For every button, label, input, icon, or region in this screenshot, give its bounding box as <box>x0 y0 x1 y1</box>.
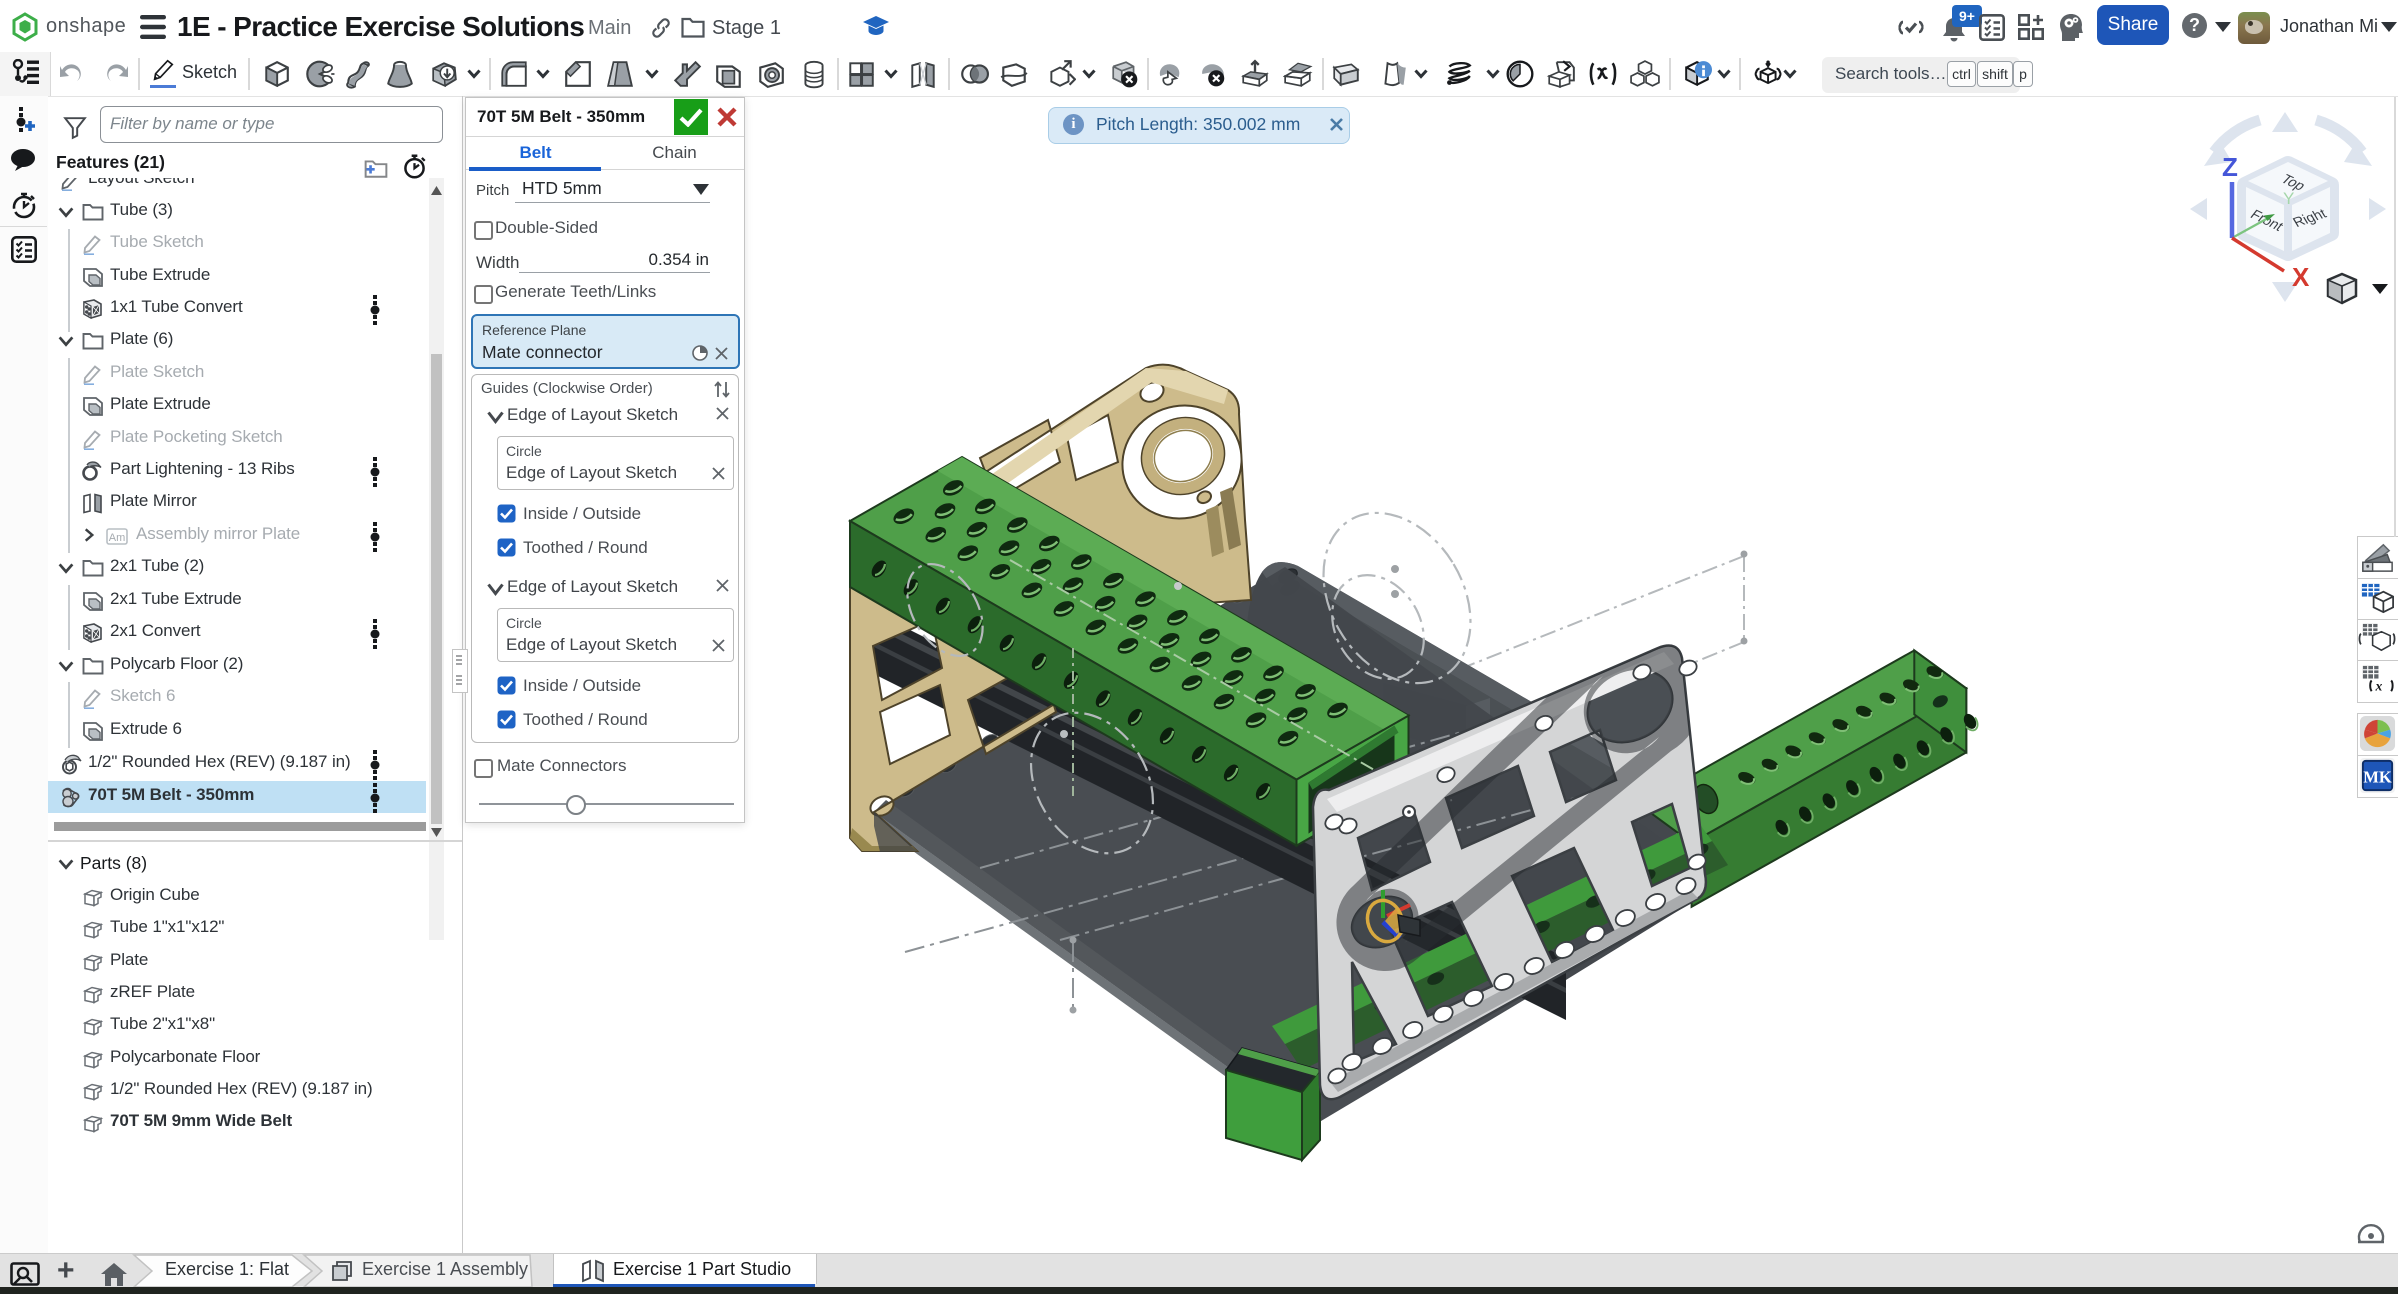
svg-text:Z: Z <box>2222 152 2238 182</box>
svg-text:X: X <box>2292 262 2310 292</box>
svg-text:Am: Am <box>109 532 126 544</box>
svg-text:MK: MK <box>2363 767 2392 786</box>
svg-text:x: x <box>2375 678 2383 693</box>
svg-text:Y: Y <box>2283 189 2294 208</box>
